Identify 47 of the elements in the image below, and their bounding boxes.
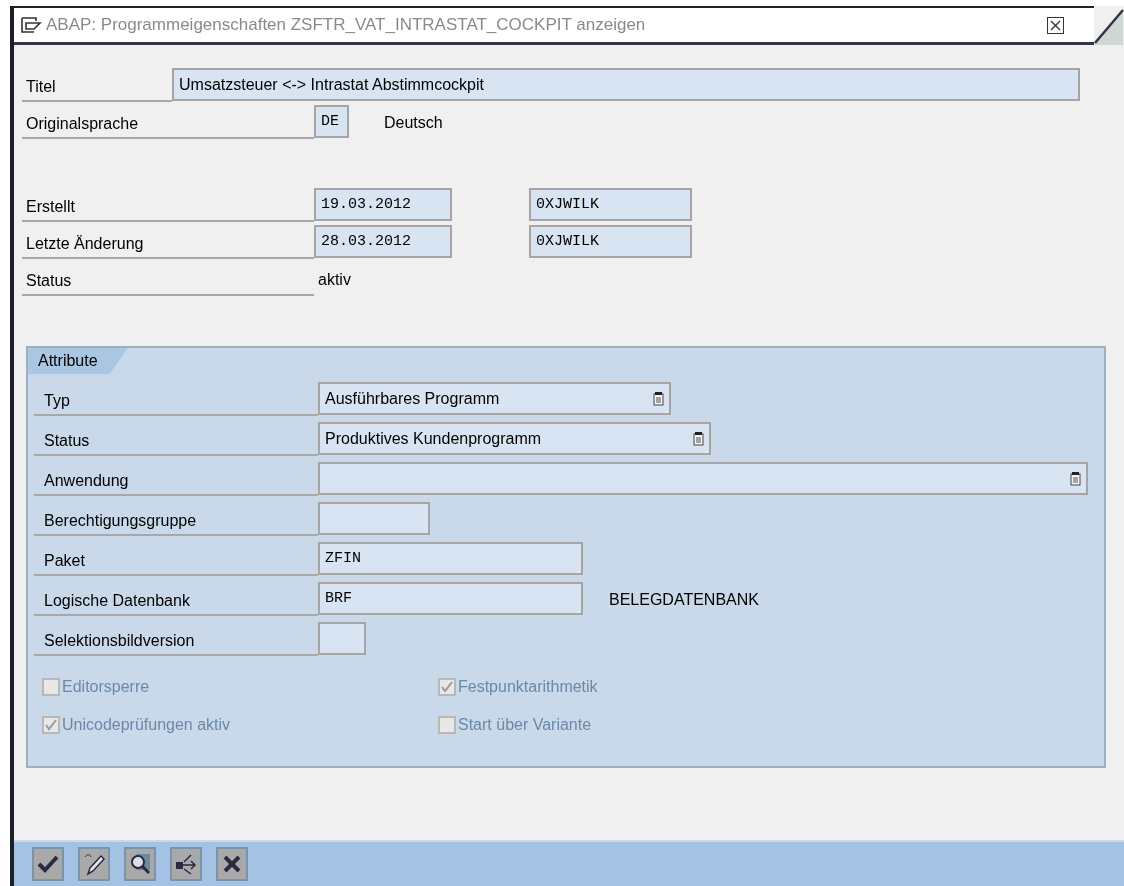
check-icon: [44, 718, 58, 732]
check-icon: [37, 855, 59, 873]
toolbar-button[interactable]: [32, 847, 64, 881]
close-icon: [1050, 19, 1061, 31]
close-icon: [222, 854, 242, 874]
field-label: Paket: [34, 540, 318, 576]
dropdown-field[interactable]: Produktives Kundenprogramm: [318, 422, 711, 455]
list-icon: [693, 431, 704, 446]
search-icon: [128, 852, 152, 876]
group-title: Attribute: [28, 348, 128, 374]
check-icon: [440, 680, 454, 694]
toolbar-button[interactable]: [78, 847, 110, 881]
input-field[interactable]: 0XJWILK: [529, 188, 692, 221]
value-text: BELEGDATENBANK: [609, 590, 759, 610]
field-label: Originalsprache: [22, 105, 314, 139]
field-label: Status: [22, 262, 314, 296]
input-field[interactable]: DE: [314, 105, 349, 138]
list-icon: [1070, 471, 1081, 486]
close-button[interactable]: [1047, 16, 1064, 34]
field-label: Anwendung: [34, 460, 318, 496]
input-field[interactable]: 28.03.2012: [314, 225, 452, 258]
value-text: Deutsch: [384, 113, 443, 133]
value-text: aktiv: [318, 270, 351, 290]
list-icon: [653, 391, 664, 406]
input-field[interactable]: Umsatzsteuer <-> Intrastat Abstimmcockpit: [172, 68, 1080, 101]
window-icon: [20, 17, 42, 33]
field-label: Erstellt: [22, 188, 314, 222]
input-field[interactable]: BRF: [318, 582, 583, 615]
dropdown-field[interactable]: Ausführbares Programm: [318, 382, 671, 415]
input-field[interactable]: [318, 622, 366, 655]
input-field[interactable]: [318, 502, 430, 535]
field-label: Typ: [34, 380, 318, 416]
field-label: Letzte Änderung: [22, 225, 314, 259]
toolbar-button[interactable]: [124, 847, 156, 881]
toolbar-button[interactable]: [216, 847, 248, 881]
field-label: Berechtigungsgruppe: [34, 500, 318, 536]
field-label: Logische Datenbank: [34, 580, 318, 616]
input-field[interactable]: 19.03.2012: [314, 188, 452, 221]
field-label: Status: [34, 420, 318, 456]
arrows-icon: [174, 852, 198, 876]
input-field[interactable]: ZFIN: [318, 542, 583, 575]
window-title: ABAP: Programmeigenschaften ZSFTR_VAT_INTRASTAT_COCKPIT anzeigen: [46, 15, 647, 35]
field-label: Selektionsbildversion: [34, 620, 318, 656]
toolbar-button[interactable]: [170, 847, 202, 881]
input-field[interactable]: 0XJWILK: [529, 225, 692, 258]
pencil-icon: [82, 852, 106, 876]
dropdown-field[interactable]: [318, 462, 1088, 495]
